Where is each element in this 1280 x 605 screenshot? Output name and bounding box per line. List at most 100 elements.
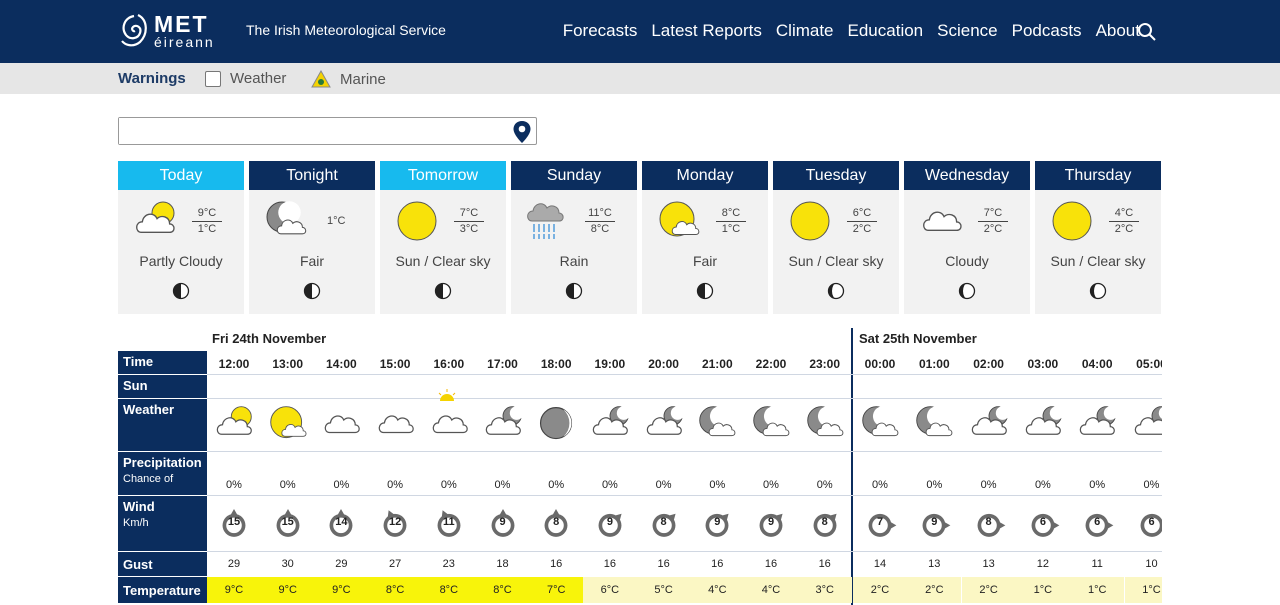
moon-phase-icon bbox=[434, 282, 452, 300]
wind-speed: 15 bbox=[227, 516, 241, 528]
day-card-tuesday[interactable]: Tuesday 6°C 2°C Sun / Clear sky bbox=[773, 161, 899, 314]
hour-time: 15:00 bbox=[379, 357, 411, 371]
day-card-tomorrow[interactable]: Tomorrow 7°C 3°C Sun / Clear sky bbox=[380, 161, 506, 314]
hour-wind: 8 bbox=[637, 505, 691, 551]
location-pin-icon[interactable] bbox=[512, 120, 532, 144]
hour-gust: 23 bbox=[442, 558, 455, 570]
wind-speed: 12 bbox=[388, 516, 402, 528]
wind-direction-icon: 12 bbox=[377, 505, 413, 549]
hour-temperature: 1°C bbox=[1070, 577, 1125, 603]
partly-cloudy-night-icon bbox=[1125, 404, 1162, 447]
hour-gust: 10 bbox=[1145, 558, 1158, 570]
moon-phase-icon bbox=[1089, 282, 1107, 300]
warnings-label[interactable]: Warnings bbox=[118, 70, 186, 87]
menu-climate[interactable]: Climate bbox=[776, 21, 834, 41]
moon-phase-icon bbox=[696, 282, 714, 300]
menu-latest-reports[interactable]: Latest Reports bbox=[651, 21, 762, 41]
hour-wind: 6 bbox=[1016, 505, 1070, 551]
hour-time: 05:00 bbox=[1136, 357, 1162, 371]
hour-time: 04:00 bbox=[1081, 357, 1113, 371]
fair-night-icon bbox=[798, 404, 852, 447]
hour-gust: 16 bbox=[711, 558, 724, 570]
hour-time: 16:00 bbox=[433, 357, 465, 371]
wind-speed: 6 bbox=[1094, 516, 1101, 528]
hour-precip: 0% bbox=[1143, 479, 1160, 491]
hour-wind: 8 bbox=[798, 505, 852, 551]
menu-science[interactable]: Science bbox=[937, 21, 997, 41]
wind-direction-icon: 9 bbox=[916, 505, 952, 549]
day-card-tonight[interactable]: Tonight 1°C Fair bbox=[249, 161, 375, 314]
weather-warning-checkbox[interactable] bbox=[205, 70, 221, 87]
day-card-monday[interactable]: Monday 8°C 1°C Fair bbox=[642, 161, 768, 314]
day-card-title[interactable]: Tuesday bbox=[773, 161, 899, 190]
hour-precip: 0% bbox=[816, 479, 833, 491]
menu-about[interactable]: About bbox=[1096, 21, 1140, 41]
day-card-thursday[interactable]: Thursday 4°C 2°C Sun / Clear sky bbox=[1035, 161, 1161, 314]
met-eireann-logo[interactable]: MET éireann bbox=[118, 10, 228, 52]
hour-weather bbox=[261, 404, 315, 448]
hour-temperature: 9°C bbox=[207, 577, 261, 603]
hour-weather bbox=[368, 404, 422, 448]
hourly-forecast-table: Fri 24th November Sat 25th November Time… bbox=[118, 328, 1162, 605]
wind-direction-icon: 15 bbox=[216, 505, 252, 549]
day-temps: 11°C 8°C bbox=[585, 206, 615, 237]
moon-phase-icon bbox=[172, 282, 190, 300]
day-low: 1°C bbox=[197, 223, 217, 235]
day-temps: 6°C 2°C bbox=[847, 206, 877, 237]
hour-wind: 8 bbox=[962, 505, 1016, 551]
day-card-title[interactable]: Sunday bbox=[511, 161, 637, 190]
hour-temperature: 2°C bbox=[853, 577, 907, 603]
day-card-title[interactable]: Wednesday bbox=[904, 161, 1030, 190]
day-card-wednesday[interactable]: Wednesday 7°C 2°C Cloudy bbox=[904, 161, 1030, 314]
day-card-title[interactable]: Thursday bbox=[1035, 161, 1161, 190]
date-label-sat: Sat 25th November bbox=[859, 331, 977, 346]
hour-temperature: 8°C bbox=[475, 577, 530, 603]
search-icon[interactable] bbox=[1137, 22, 1157, 42]
day-card-title[interactable]: Monday bbox=[642, 161, 768, 190]
marine-warning-toggle[interactable]: Marine bbox=[311, 70, 386, 88]
menu-forecasts[interactable]: Forecasts bbox=[563, 21, 638, 41]
location-input[interactable] bbox=[119, 118, 504, 144]
partly-cloudy-day-icon bbox=[207, 404, 261, 447]
wind-speed: 11 bbox=[442, 516, 455, 528]
hour-time: 22:00 bbox=[755, 357, 787, 371]
hour-precip: 0% bbox=[279, 479, 296, 491]
hour-wind: 14 bbox=[314, 505, 368, 551]
day-card-title[interactable]: Tonight bbox=[249, 161, 375, 190]
cloud-icon bbox=[422, 404, 476, 447]
row-header-sun: Sun bbox=[118, 375, 207, 398]
hour-precip: 0% bbox=[1034, 479, 1051, 491]
day-temps: 4°C 2°C bbox=[1109, 206, 1139, 237]
day-card-sunday[interactable]: Sunday 11°C 8°C Rain bbox=[511, 161, 637, 314]
wind-direction-icon: 8 bbox=[538, 505, 574, 549]
hour-time: 17:00 bbox=[487, 357, 518, 371]
hour-wind: 11 bbox=[422, 505, 476, 551]
hour-temperature: 3°C bbox=[797, 577, 852, 603]
hour-gust: 12 bbox=[1036, 558, 1050, 570]
day-card-today[interactable]: Today 9°C 1°C Partly Cloudy bbox=[118, 161, 244, 314]
day-description: Partly Cloudy bbox=[139, 253, 223, 269]
moon-phase-icon bbox=[827, 282, 845, 300]
hour-weather bbox=[207, 404, 261, 448]
day-description: Sun / Clear sky bbox=[788, 253, 884, 269]
day-low: 2°C bbox=[983, 223, 1003, 235]
hour-weather bbox=[798, 404, 852, 448]
weather-warning-toggle[interactable]: Weather bbox=[205, 70, 286, 87]
day-card-title[interactable]: Today bbox=[118, 161, 244, 190]
hour-time: 02:00 bbox=[973, 357, 1004, 371]
hour-weather bbox=[744, 404, 798, 448]
menu-podcasts[interactable]: Podcasts bbox=[1012, 21, 1082, 41]
menu-education[interactable]: Education bbox=[848, 21, 924, 41]
hour-gust: 27 bbox=[388, 558, 402, 570]
day-description: Cloudy bbox=[945, 253, 989, 269]
wind-speed: 9 bbox=[714, 516, 721, 528]
hour-gust: 16 bbox=[550, 558, 563, 570]
hour-weather bbox=[962, 404, 1016, 448]
day-temps: 9°C 1°C bbox=[192, 206, 222, 237]
hour-wind: 15 bbox=[207, 505, 261, 551]
wind-speed: 8 bbox=[660, 516, 667, 528]
day-high: 9°C bbox=[192, 206, 222, 222]
hour-temperature: 1°C bbox=[1124, 577, 1162, 603]
hour-precip: 0% bbox=[655, 479, 672, 491]
day-card-title[interactable]: Tomorrow bbox=[380, 161, 506, 190]
